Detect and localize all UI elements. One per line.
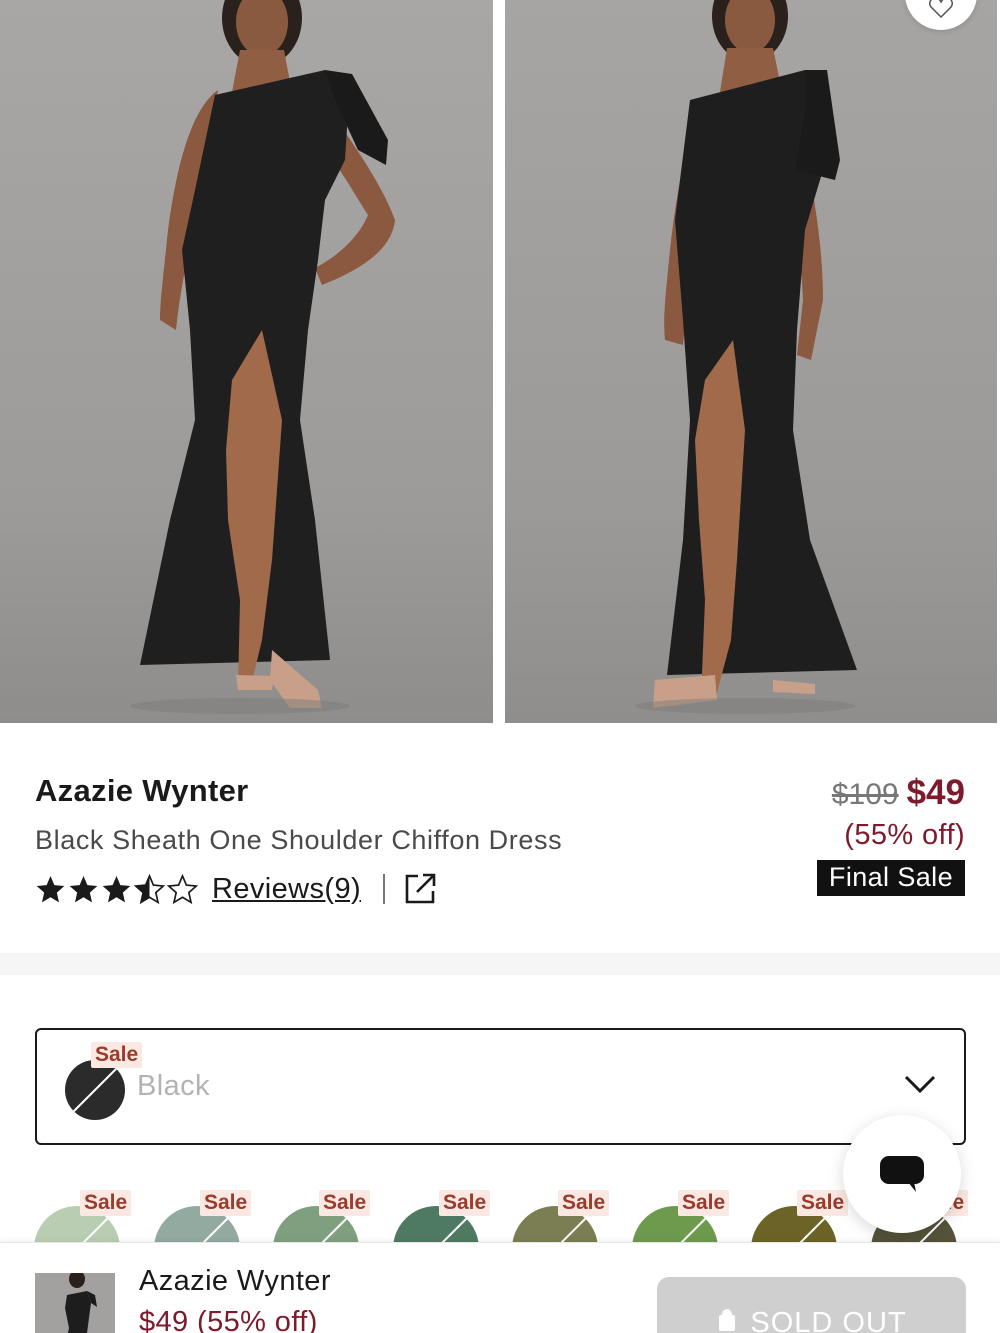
star-rating [35,873,198,905]
reviews-link[interactable]: Reviews(9) [212,873,361,906]
sale-price: $49 [906,773,965,812]
section-divider [0,953,1000,975]
price-block: $109 $49 (55% off) Final Sale [816,773,965,896]
selected-color-label: Black [137,1070,210,1102]
sale-tag: Sale [439,1190,491,1216]
product-gallery[interactable] [0,0,1000,723]
sale-tag: Sale [558,1190,610,1216]
sticky-purchase-bar: Azazie Wynter $49 (55% off) SOLD OUT [0,1242,1000,1333]
sold-out-label: SOLD OUT [750,1307,907,1333]
chevron-down-icon [904,1075,936,1094]
color-dropdown[interactable]: Sale Black [35,1028,966,1145]
sale-tag: Sale [678,1190,730,1216]
heart-icon [929,0,953,18]
sold-out-slash-icon [72,1067,118,1113]
star-half-icon [134,873,165,904]
sale-tag: Sale [319,1190,371,1216]
sticky-product-brand: Azazie Wynter [139,1265,331,1297]
star-full-icon [69,875,98,902]
product-info: Azazie Wynter Black Sheath One Shoulder … [0,723,1000,953]
bag-icon [719,1309,736,1331]
sticky-product-price: $49 (55% off) [139,1306,318,1333]
discount-label: (55% off) [844,819,965,851]
selected-color-swatch [65,1060,125,1120]
star-full-icon [102,875,131,902]
divider [383,874,386,904]
external-link-icon[interactable] [403,872,437,906]
sale-tag: Sale [200,1190,252,1216]
dress-thumbnail-illustration [65,1273,97,1333]
rating-row: Reviews(9) [35,869,437,909]
dress-illustration [130,0,395,714]
chat-bubble-icon [880,1156,924,1192]
product-photo-front[interactable] [0,0,493,723]
sold-out-button[interactable]: SOLD OUT [657,1277,966,1333]
product-name: Black Sheath One Shoulder Chiffon Dress [35,825,563,855]
product-thumbnail [35,1273,115,1333]
chat-button[interactable] [843,1115,961,1233]
final-sale-badge: Final Sale [816,860,965,896]
product-photo-angle[interactable] [505,0,997,723]
sale-tag: Sale [91,1042,143,1068]
dress-illustration [635,0,857,714]
sale-tag: Sale [80,1190,132,1216]
star-full-icon [36,875,65,902]
sale-tag: Sale [797,1190,849,1216]
product-brand: Azazie Wynter [35,773,249,808]
original-price: $109 [831,778,899,811]
star-empty-icon [167,873,198,904]
